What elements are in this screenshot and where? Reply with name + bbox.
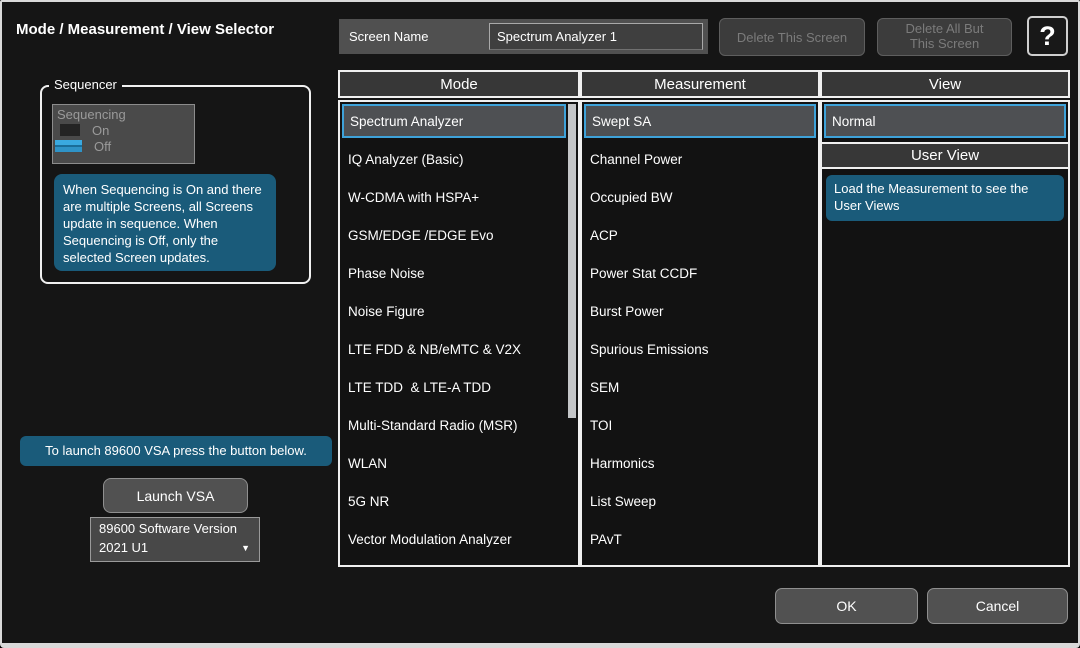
list-item[interactable]: Harmonics [582,444,818,482]
screen-name-label: Screen Name [349,19,428,54]
list-item[interactable]: Power Stat CCDF [582,254,818,292]
list-item[interactable]: TOI [582,406,818,444]
list-item[interactable]: PAvT [582,520,818,558]
list-item[interactable]: IQ Analyzer (Basic) [340,140,578,178]
vsa-info-text: To launch 89600 VSA press the button bel… [20,436,332,466]
chevron-down-icon: ▼ [241,543,250,553]
list-item[interactable]: Spurious Emissions [582,330,818,368]
delete-this-screen-button[interactable]: Delete This Screen [719,18,865,56]
list-item[interactable]: SEM [582,368,818,406]
list-item[interactable]: Channel Power [582,140,818,178]
list-item[interactable]: W-CDMA with HSPA+ [340,178,578,216]
user-view-header: User View [822,142,1068,169]
screen-name-input[interactable]: Spectrum Analyzer 1 [489,23,703,50]
list-item[interactable]: Phase Noise [340,254,578,292]
cancel-button[interactable]: Cancel [927,588,1068,624]
user-view-info-text: Load the Measurement to see the User Vie… [826,175,1064,221]
launch-vsa-button[interactable]: Launch VSA [103,478,248,513]
list-item[interactable]: Burst Power [582,292,818,330]
question-mark-icon: ? [1039,21,1056,52]
list-item[interactable]: LTE TDD & LTE-A TDD [340,368,578,406]
measurement-column-header: Measurement [580,70,820,98]
screen-name-panel: Screen Name Spectrum Analyzer 1 [339,19,708,54]
sequencing-off-option[interactable]: Off [53,138,194,154]
view-items: Normal [822,104,1068,138]
sequencing-on-option[interactable]: On [53,122,194,138]
mode-measurement-view-dialog: Mode / Measurement / View Selector Scree… [0,0,1080,648]
mode-column: Mode Spectrum AnalyzerIQ Analyzer (Basic… [338,70,580,567]
vsa-version-dropdown[interactable]: 89600 Software Version 2021 U1 ▼ [90,517,260,562]
mode-scrollbar[interactable] [568,104,576,418]
list-item[interactable]: Swept SA [584,104,816,138]
sequencing-on-label: On [92,123,109,138]
list-item[interactable]: List Sweep [582,482,818,520]
view-column: View Normal User View Load the Measureme… [820,70,1070,567]
toggle-off-indicator-icon [55,140,82,152]
list-item[interactable]: LTE FDD & NB/eMTC & V2X [340,330,578,368]
vsa-version-value: 2021 U1 [99,540,251,555]
list-item[interactable]: Noise Figure [340,292,578,330]
vsa-version-label: 89600 Software Version [99,521,251,536]
dialog-title: Mode / Measurement / View Selector [16,21,274,38]
list-item[interactable]: Normal [824,104,1066,138]
mode-list: Spectrum AnalyzerIQ Analyzer (Basic)W-CD… [338,100,580,567]
sequencer-info-text: When Sequencing is On and there are mult… [54,174,276,271]
list-item[interactable]: Occupied BW [582,178,818,216]
list-item[interactable]: WLAN [340,444,578,482]
view-column-header: View [820,70,1070,98]
ok-button[interactable]: OK [775,588,918,624]
sequencer-group: Sequencer Sequencing On Off When Sequenc… [40,85,311,284]
sequencing-toggle: Sequencing On Off [52,104,195,164]
list-item[interactable]: 5G NR [340,482,578,520]
help-button[interactable]: ? [1027,16,1068,56]
view-list: Normal User View Load the Measurement to… [820,100,1070,567]
delete-all-but-this-screen-button[interactable]: Delete All But This Screen [877,18,1012,56]
toggle-on-indicator-icon [60,124,80,136]
list-item[interactable]: Multi-Standard Radio (MSR) [340,406,578,444]
sequencing-off-label: Off [94,139,111,154]
sequencer-group-label: Sequencer [49,77,122,92]
measurement-column: Measurement Swept SAChannel PowerOccupie… [580,70,820,567]
list-item[interactable]: Spectrum Analyzer [342,104,566,138]
sequencing-toggle-label: Sequencing [53,105,194,122]
list-item[interactable]: GSM/EDGE /EDGE Evo [340,216,578,254]
list-item[interactable]: ACP [582,216,818,254]
mode-column-header: Mode [338,70,580,98]
list-item[interactable]: Vector Modulation Analyzer [340,520,578,558]
measurement-list: Swept SAChannel PowerOccupied BWACPPower… [580,100,820,567]
